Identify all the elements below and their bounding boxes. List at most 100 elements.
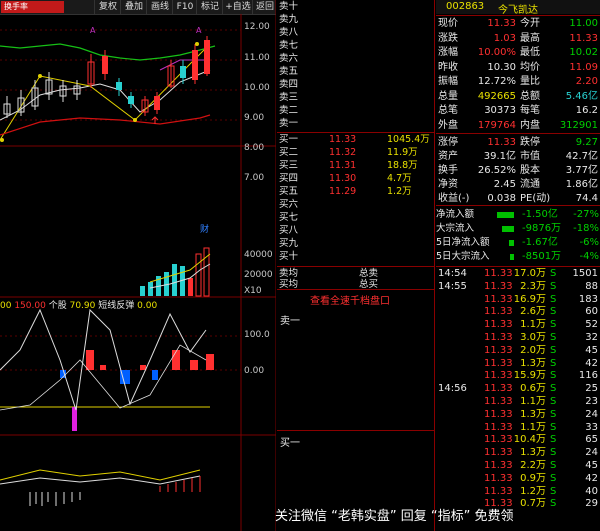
tick-time: 14:56 [438,383,467,395]
tick-volume: 16.9万 [513,293,546,305]
tick-side: S [550,357,557,369]
tick-count: 183 [578,293,598,305]
trade-tick-row: 11.33 1.3万 S 42 [436,358,600,370]
buy-level-label: 买六 [279,199,299,210]
quote-value: 42.7亿 [565,151,598,162]
fund-flow-row: 大宗流入 -9876万 -18% [436,222,600,235]
tick-price: 11.33 [484,396,513,407]
quote-row: 外盘 179764 内盘 312901 [436,119,600,133]
fund-flow-bar [509,240,514,246]
sell-level-row: 卖七 [279,40,434,51]
tick-count: 52 [585,319,598,331]
sell-level-label: 卖三 [279,92,299,103]
trade-tick-row: 11.33 1.2万 S 40 [436,486,600,498]
sell-level-row: 卖一 [279,118,434,129]
tick-side: S [550,421,557,433]
buy-avg-row: 买均 总买 [279,279,434,290]
quote-label: 总额 [520,90,540,102]
buy-level-row: 买二 11.32 11.9万 [279,147,434,158]
quote-value: 1.86亿 [565,179,598,190]
sell-level-label: 卖六 [279,53,299,64]
quote-label: 最低 [520,47,540,58]
tick-side: S [550,396,557,407]
trade-tick-row: 11.33 1.3万 S 24 [436,409,600,421]
buy-level-row: 买一 11.33 1045.4万 [279,134,434,145]
sell-level-label: 卖四 [279,79,299,90]
tick-price: 11.33 [484,344,513,356]
quote-label: PE(动) [520,193,551,204]
tick-volume: 1.3万 [520,408,546,420]
tick-side: S [550,472,557,484]
tick-count: 45 [585,344,598,356]
sell-level-row: 卖九 [279,14,434,25]
quote-value: 30373 [484,105,516,116]
quote-label: 涨停 [438,137,458,148]
buy-level-label: 买十 [279,251,299,262]
buy-level-price: 11.33 [329,134,357,145]
quote-label: 今开 [520,18,540,29]
price-tick: 8.00 [244,143,265,153]
tick-price: 11.33 [484,370,513,382]
indicator-val1: 00 [0,301,12,311]
fund-flow-row: 净流入额 -1.50亿 -27% [436,208,600,221]
trade-tick-row: 11.33 3.0万 S 32 [436,332,600,344]
quote-value: 3.77亿 [565,165,598,176]
quote-label: 振幅 [438,76,458,87]
quote-value: 11.09 [569,61,598,73]
candles [3,36,210,118]
tick-side: S [550,268,557,279]
finance-marker[interactable]: 财 [200,222,209,235]
buy-level-row: 买九 [279,238,434,249]
price-tick: 11.00 [244,53,270,63]
price-tick: 10.00 [244,83,270,93]
stock-header: 002863 今飞凯达 [436,0,600,16]
quote-value: 10.02 [569,47,598,58]
indicator-name2: 短线反弹 [98,301,135,311]
buy-level-label: 买一 [279,134,299,145]
total-buy-label: 总买 [359,279,379,290]
quote-value: 74.4 [575,193,598,204]
svg-text:A: A [196,26,202,35]
view-full-depth-button[interactable]: 查看全速千档盘口 [310,292,390,307]
tick-volume: 2.2万 [520,460,546,471]
tick-side: S [550,370,557,382]
fund-flow-pct: -27% [573,209,599,220]
trade-tick-row: 11.33 1.1万 S 23 [436,396,600,408]
quote-row: 收益(-) 0.038 PE(动) 74.4 [436,192,600,206]
quote-value: 10.00% [477,47,516,58]
kline-chart[interactable]: A A [0,0,276,531]
quote-label: 跌停 [520,137,540,148]
tick-side: S [550,485,557,497]
tick-time: 14:55 [438,280,467,292]
quote-label: 现价 [438,18,458,29]
buy-level-volume: 1045.4万 [387,134,430,145]
quote-value: 2.20 [575,76,598,87]
tick-count: 24 [585,408,598,420]
quote-value: 11.00 [569,18,598,29]
quote-label: 每笔 [520,105,540,116]
tick-volume: 1.1万 [520,319,546,331]
quote-value: 5.46亿 [565,90,598,102]
buy-level-price: 11.31 [329,160,357,171]
tick-volume: 17.0万 [513,268,546,279]
sell-level-label: 卖九 [279,14,299,25]
quote-row: 昨收 10.30 均价 11.09 [436,61,600,75]
sell-level-label: 卖五 [279,66,299,77]
trade-tick-row: 11.33 15.9万 S 116 [436,370,600,382]
buy-level-row: 买五 11.29 1.2万 [279,186,434,197]
price-tick: 7.00 [244,173,265,183]
sell-level-label: 卖一 [279,118,299,129]
quote-value: 11.33 [569,32,598,44]
quote-label: 市值 [520,151,540,162]
sell-level-row: 卖四 [279,79,434,90]
trade-tick-row: 11.33 1.1万 S 52 [436,319,600,331]
quote-label: 最高 [520,32,540,44]
buy-avg-label: 买均 [279,279,299,290]
fund-flow-label: 大宗流入 [436,223,475,234]
quote-value: 11.33 [487,18,516,29]
indicator-name: 个股 [48,301,67,311]
watermark-text: 关注微信 “老韩实盘” 回复 “指标” 免费领 [275,509,514,524]
quote-value: 2.45 [493,179,516,190]
quote-value: 16.2 [575,105,598,116]
fund-flow-value: -1.50亿 [522,209,558,220]
